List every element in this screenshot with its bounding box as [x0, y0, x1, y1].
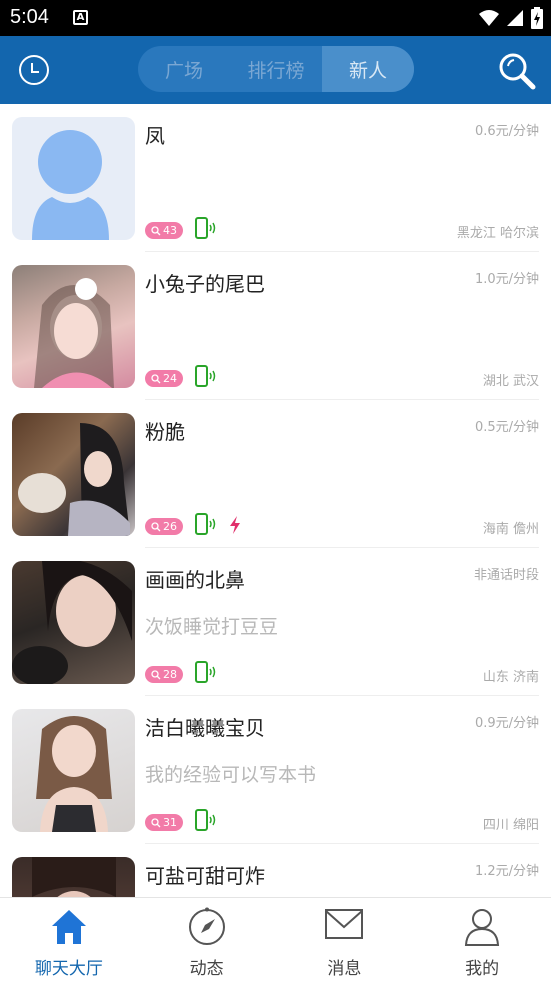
clock-icon[interactable] [18, 54, 50, 86]
bolt-icon [230, 516, 240, 534]
phone-online-icon [195, 661, 216, 683]
search-icon[interactable] [498, 52, 536, 90]
signature-text: 次饭睡觉打豆豆 [145, 616, 279, 638]
app-header: 广场 排行榜 新人 [0, 36, 551, 104]
avatar-photo [12, 413, 135, 536]
list-item[interactable]: 粉脆 0.5元/分钟 26 海南 儋州 [0, 400, 551, 548]
system-icons [479, 7, 543, 29]
nav-chat-hall[interactable]: 聊天大厅 [0, 898, 138, 981]
phone-online-icon [195, 513, 216, 535]
avatar [12, 117, 135, 240]
nav-label: 动态 [189, 959, 224, 979]
count-value: 24 [163, 372, 177, 385]
tab-square[interactable]: 广场 [138, 46, 230, 92]
nav-messages[interactable]: 消息 [276, 898, 414, 981]
list-item[interactable]: 画画的北鼻 非通话时段 次饭睡觉打豆豆 28 山东 济南 [0, 548, 551, 696]
phone-online-icon [195, 365, 216, 387]
status-time: 5:04 [10, 6, 49, 28]
count-value: 31 [163, 816, 177, 829]
user-name: 凤 [145, 124, 165, 148]
home-icon [51, 910, 86, 944]
status-bar: 5:04 A [0, 0, 551, 36]
price-label: 0.6元/分钟 [474, 124, 539, 139]
location-label: 湖北 武汉 [482, 374, 539, 389]
user-name: 可盐可甜可炸 [145, 864, 265, 888]
signal-icon [507, 10, 523, 26]
nav-mine[interactable]: 我的 [413, 898, 551, 981]
avatar-photo [12, 265, 135, 388]
price-label: 0.9元/分钟 [474, 716, 539, 731]
count-badge: 31 [145, 814, 183, 831]
count-value: 28 [163, 668, 177, 681]
signature-text: 我的经验可以写本书 [145, 764, 317, 786]
segment-tabs: 广场 排行榜 新人 [138, 46, 414, 92]
price-label: 1.0元/分钟 [474, 272, 539, 287]
location-label: 四川 绵阳 [482, 818, 539, 833]
count-badge: 26 [145, 518, 183, 535]
default-avatar-icon [32, 130, 109, 240]
person-icon [465, 909, 500, 946]
price-label: 非通话时段 [473, 568, 539, 583]
avatar-photo [12, 561, 135, 684]
avatar-photo [12, 857, 135, 897]
search-small-icon [151, 817, 161, 827]
phone-online-icon [195, 217, 216, 239]
user-name: 小兔子的尾巴 [145, 272, 265, 296]
location-label: 黑龙江 哈尔滨 [456, 226, 539, 241]
wifi-icon [479, 10, 499, 26]
nav-label: 我的 [465, 959, 500, 979]
search-small-icon [151, 521, 161, 531]
count-badge: 43 [145, 222, 183, 239]
user-list: 凤 0.6元/分钟 43 黑龙江 哈尔滨 小兔子的尾巴 1.0元/分钟 24 湖 [0, 104, 551, 897]
search-small-icon [151, 373, 161, 383]
count-value: 26 [163, 520, 177, 533]
tab-new[interactable]: 新人 [322, 46, 414, 92]
count-value: 43 [163, 224, 177, 237]
avatar-photo [12, 709, 135, 832]
search-small-icon [151, 669, 161, 679]
nav-label: 聊天大厅 [34, 959, 103, 979]
user-name: 粉脆 [145, 420, 185, 444]
compass-icon [188, 907, 225, 945]
location-label: 海南 儋州 [482, 522, 539, 537]
nav-label: 消息 [327, 959, 362, 979]
count-badge: 28 [145, 666, 183, 683]
list-item[interactable]: 可盐可甜可炸 1.2元/分钟 [0, 844, 551, 897]
bottom-nav: 聊天大厅 动态 消息 我的 [0, 897, 551, 981]
list-item[interactable]: 小兔子的尾巴 1.0元/分钟 24 湖北 武汉 [0, 252, 551, 400]
tab-ranking[interactable]: 排行榜 [230, 46, 322, 92]
nav-moments[interactable]: 动态 [138, 898, 276, 981]
notification-a-icon: A [73, 10, 88, 25]
mail-icon [325, 909, 364, 939]
phone-online-icon [195, 809, 216, 831]
search-small-icon [151, 225, 161, 235]
list-item[interactable]: 凤 0.6元/分钟 43 黑龙江 哈尔滨 [0, 104, 551, 252]
user-name: 画画的北鼻 [145, 568, 245, 592]
count-badge: 24 [145, 370, 183, 387]
battery-icon [531, 7, 543, 29]
user-name: 洁白曦曦宝贝 [145, 716, 265, 740]
price-label: 1.2元/分钟 [474, 864, 539, 879]
price-label: 0.5元/分钟 [474, 420, 539, 435]
list-item[interactable]: 洁白曦曦宝贝 0.9元/分钟 我的经验可以写本书 31 四川 绵阳 [0, 696, 551, 844]
location-label: 山东 济南 [482, 670, 539, 685]
